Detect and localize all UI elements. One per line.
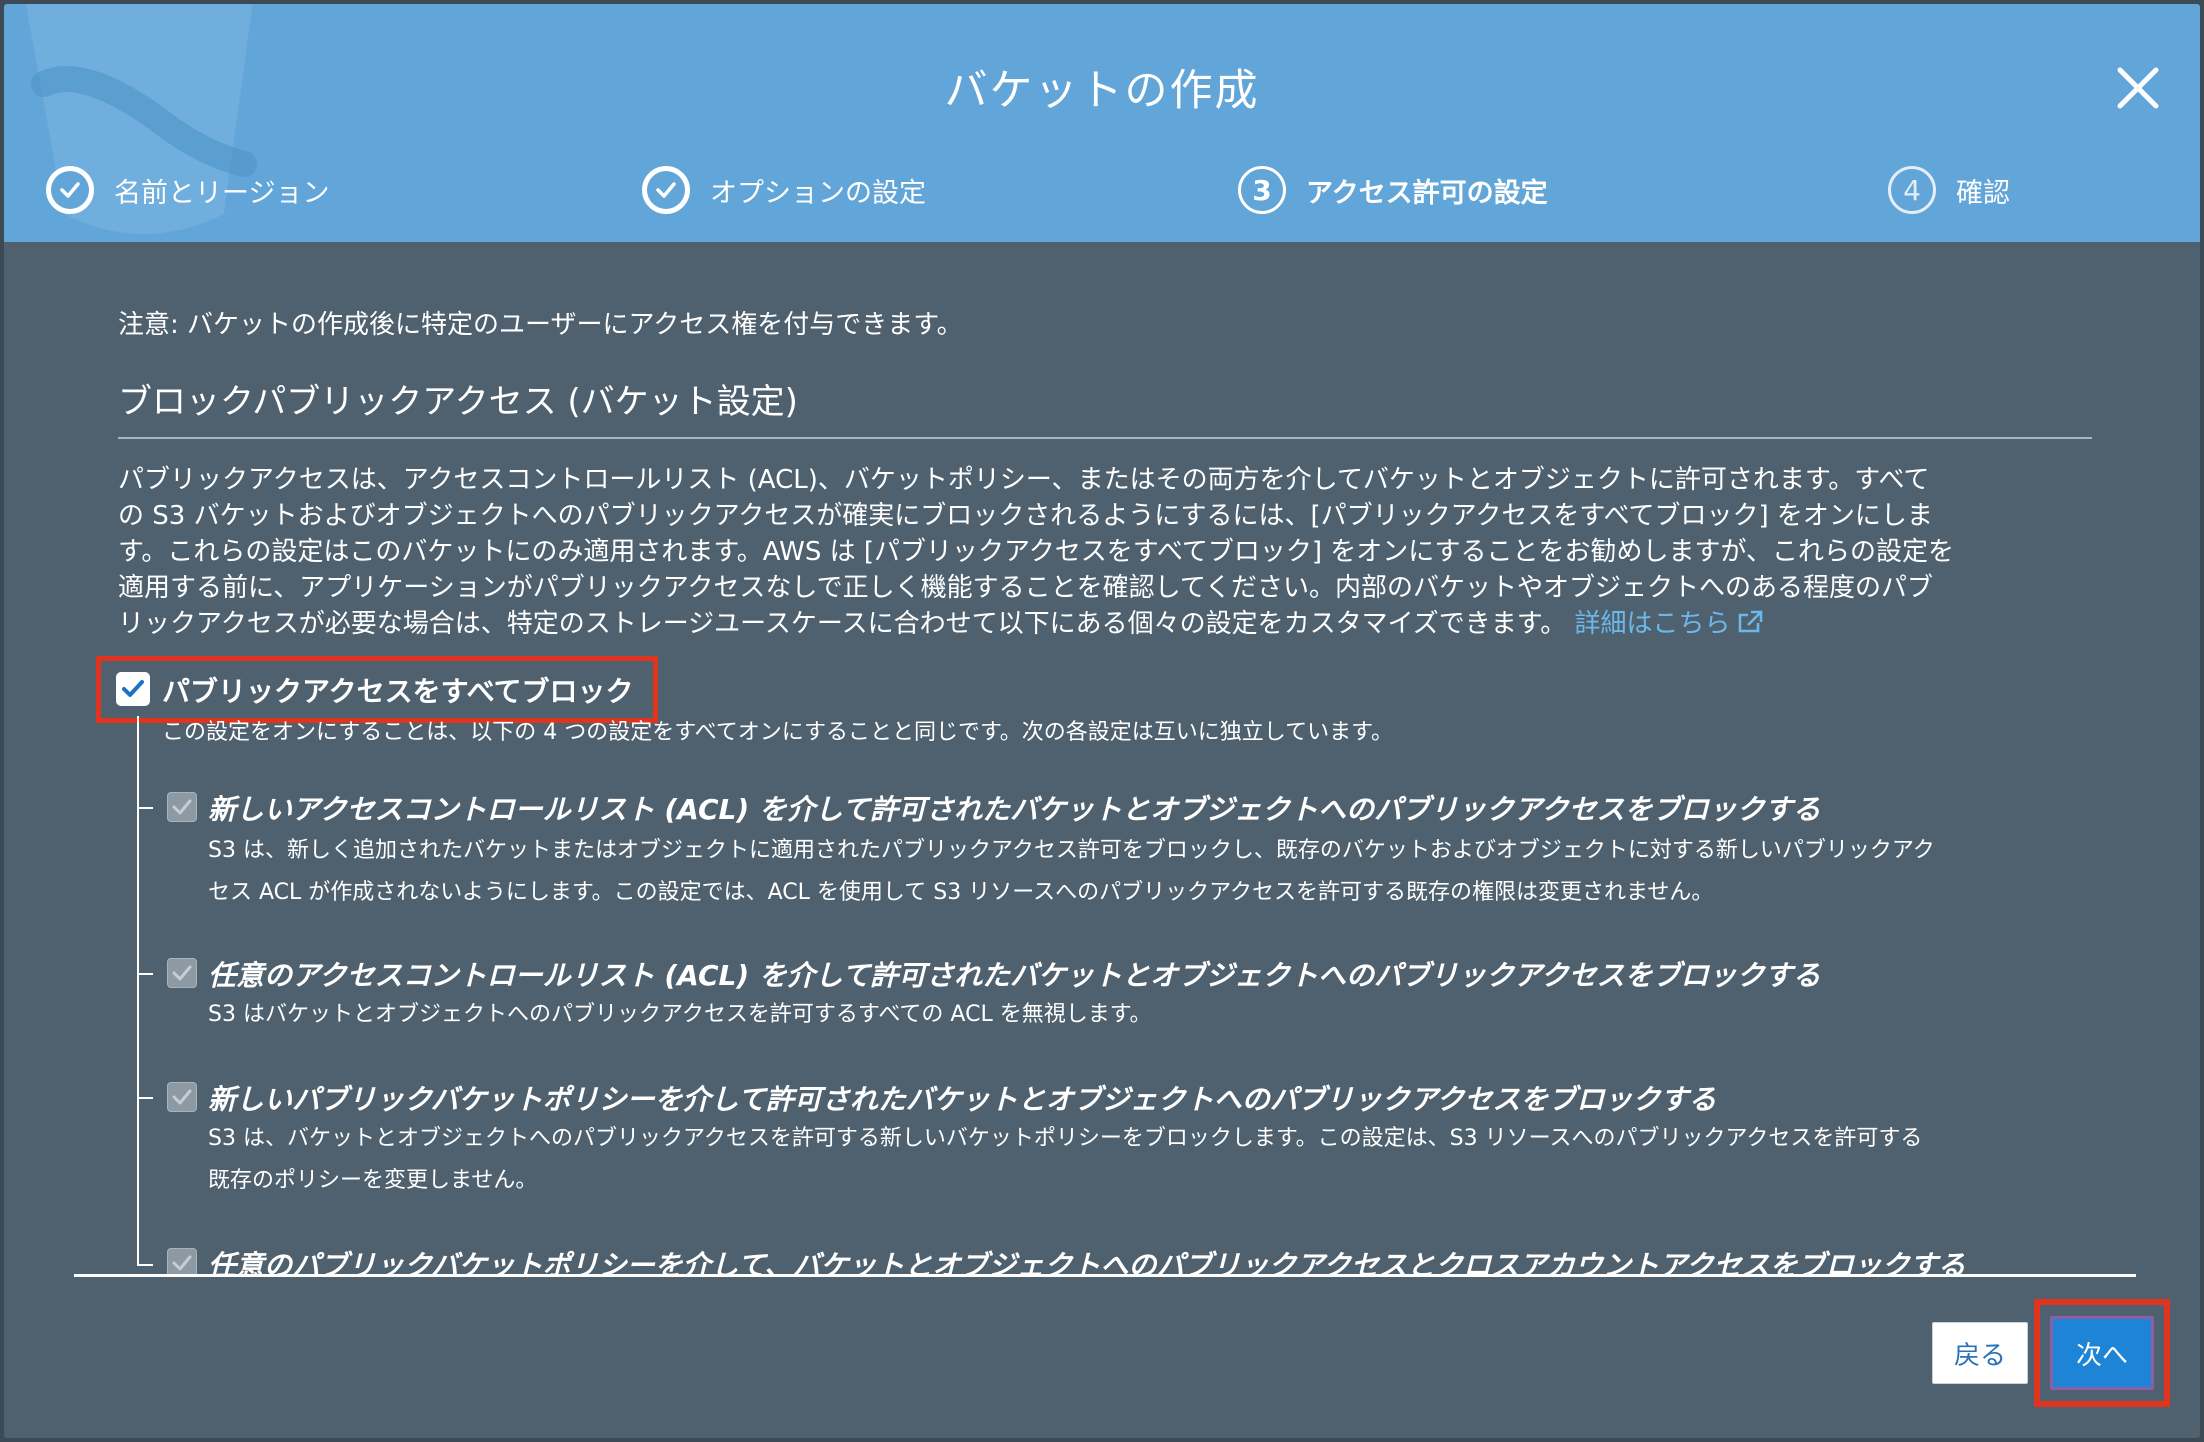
step-done-circle xyxy=(46,166,94,214)
section-divider xyxy=(118,437,2092,439)
option-desc-line: S3 は、新しく追加されたバケットまたはオブジェクトに適用されたパブリックアクセ… xyxy=(208,838,1935,863)
external-link-icon xyxy=(1739,610,1763,633)
back-button[interactable]: 戻る xyxy=(1932,1322,2028,1384)
dialog-title: バケットの作成 xyxy=(944,66,1260,116)
dialog-footer xyxy=(4,1277,2200,1438)
step-label: オプションの設定 xyxy=(710,177,926,209)
option-checkbox-new-policy[interactable] xyxy=(167,1082,197,1112)
create-bucket-dialog: バケットの作成 名前とリージョン オプションの設定 3 アクセス許可の設定 4 … xyxy=(4,4,2200,1438)
permission-note: 注意: バケットの作成後に特定のユーザーにアクセス権を付与できます。 xyxy=(118,310,963,340)
checkmark-icon xyxy=(122,680,144,697)
option-tree-line xyxy=(137,716,139,1266)
description-line: す。これらの設定はこのバケットにのみ適用されます。AWS は [パブリックアクセ… xyxy=(118,537,1955,567)
option-title-new-acl[interactable]: 新しいアクセスコントロールリスト (ACL) を介して許可されたバケットとオブジ… xyxy=(208,788,1821,828)
checkmark-icon xyxy=(172,965,192,981)
step-label: 名前とリージョン xyxy=(114,177,330,209)
description-line: パブリックアクセスは、アクセスコントロールリスト (ACL)、バケットポリシー、… xyxy=(118,465,1930,495)
option-tree-branch xyxy=(137,1097,153,1099)
step-number: 4 xyxy=(1888,166,1936,214)
step-review: 4 確認 xyxy=(1888,162,2010,218)
step-name-region: 名前とリージョン xyxy=(46,162,329,218)
block-all-label[interactable]: パブリックアクセスをすべてブロック xyxy=(162,670,634,710)
step-options: オプションの設定 xyxy=(642,162,926,218)
checkmark-icon xyxy=(60,182,80,198)
option-desc-line: S3 はバケットとオブジェクトへのパブリックアクセスを許可するすべての ACL … xyxy=(208,1002,1152,1027)
option-desc-line: セス ACL が作成されないようにします。この設定では、ACL を使用して S3… xyxy=(208,880,1714,905)
description-line-last: リックアクセスが必要な場合は、特定のストレージユースケースに合わせて以下にある個… xyxy=(118,606,2108,642)
block-all-checkbox[interactable] xyxy=(116,672,150,706)
option-desc-line: S3 は、バケットとオブジェクトへのパブリックアクセスを許可する新しいバケットポ… xyxy=(208,1126,1923,1151)
option-tree-branch xyxy=(137,807,153,809)
step-permissions: 3 アクセス許可の設定 xyxy=(1238,162,1548,218)
description-line: リックアクセスが必要な場合は、特定のストレージユースケースに合わせて以下にある個… xyxy=(118,609,1567,639)
step-number: 3 xyxy=(1238,166,1286,214)
section-title: ブロックパブリックアクセス (バケット設定) xyxy=(118,382,798,422)
option-tree-branch xyxy=(137,1264,153,1266)
close-icon xyxy=(2117,67,2159,109)
block-all-hint: この設定をオンにすることは、以下の 4 つの設定をすべてオンにすることと同じです… xyxy=(162,720,1393,745)
option-checkbox-new-acl[interactable] xyxy=(167,792,197,822)
next-button[interactable]: 次へ xyxy=(2050,1316,2154,1390)
option-title-new-policy[interactable]: 新しいパブリックバケットポリシーを介して許可されたバケットとオブジェクトへのパブ… xyxy=(208,1078,1716,1118)
step-label: アクセス許可の設定 xyxy=(1306,177,1548,209)
step-done-circle xyxy=(642,166,690,214)
checkmark-icon xyxy=(172,1255,192,1271)
dialog-header: バケットの作成 名前とリージョン オプションの設定 3 アクセス許可の設定 4 … xyxy=(4,4,2200,242)
description-line: の S3 バケットおよびオブジェクトへのパブリックアクセスが確実にブロックされる… xyxy=(118,501,1933,531)
checkmark-icon xyxy=(656,182,676,198)
learn-more-link[interactable]: 詳細はこちら xyxy=(1574,609,1764,639)
checkmark-icon xyxy=(172,1089,192,1105)
description-line: 適用する前に、アプリケーションがパブリックアクセスなしで正しく機能することを確認… xyxy=(118,573,1934,603)
close-button[interactable] xyxy=(2114,64,2162,112)
checkmark-icon xyxy=(172,799,192,815)
option-title-any-acl[interactable]: 任意のアクセスコントロールリスト (ACL) を介して許可されたバケットとオブジ… xyxy=(208,954,1821,994)
section-description: パブリックアクセスは、アクセスコントロールリスト (ACL)、バケットポリシー、… xyxy=(118,462,2108,642)
option-desc-line: 既存のポリシーを変更しません。 xyxy=(208,1168,538,1193)
learn-more-label: 詳細はこちら xyxy=(1574,609,1731,639)
step-label: 確認 xyxy=(1956,177,2010,209)
option-tree-branch xyxy=(137,973,153,975)
option-checkbox-any-acl[interactable] xyxy=(167,958,197,988)
